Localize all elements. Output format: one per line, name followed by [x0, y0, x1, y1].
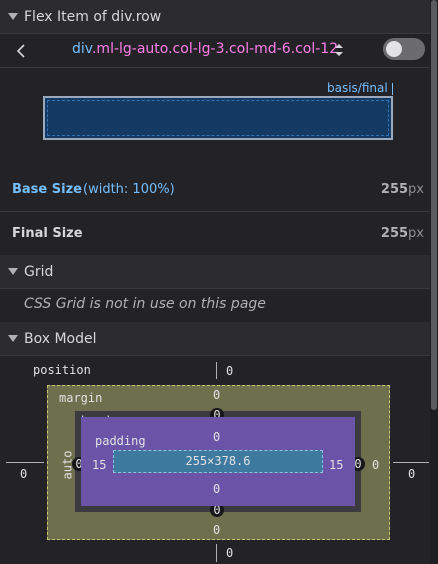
collapse-triangle-icon[interactable]: [8, 335, 18, 342]
element-nav-row: div.ml-lg-auto.col-lg-3.col-md-6.col-12: [0, 34, 430, 68]
padding-top-value[interactable]: 0: [213, 430, 220, 444]
position-left-value[interactable]: 0: [20, 467, 27, 481]
box-model-header[interactable]: Box Model: [0, 322, 430, 356]
back-chevron-icon[interactable]: [14, 42, 30, 60]
collapse-triangle-icon[interactable]: [8, 268, 18, 275]
base-size-unit: px: [408, 182, 424, 197]
base-size-number: 255: [380, 182, 409, 197]
padding-label: padding: [95, 434, 146, 448]
content-box[interactable]: 255×378.6: [113, 450, 323, 473]
margin-bottom-value[interactable]: 0: [213, 523, 220, 537]
base-size-row: Base Size (width: 100%) 255px: [0, 168, 430, 212]
content-size-value: 255×378.6: [185, 454, 251, 468]
position-left-line: [6, 462, 44, 463]
basis-final-label: basis/final: [327, 81, 388, 95]
panel-scrollbar[interactable]: [430, 0, 438, 564]
box-model-title: Box Model: [24, 330, 97, 347]
position-label: position: [33, 363, 91, 377]
flex-item-header[interactable]: Flex Item of div.row: [0, 0, 430, 34]
final-size-unit: px: [408, 226, 424, 241]
grid-header[interactable]: Grid: [0, 255, 430, 289]
select-arrows-icon[interactable]: [334, 42, 344, 58]
basis-marker: [392, 83, 393, 95]
padding-right-value[interactable]: 15: [329, 458, 343, 472]
position-bottom-line: [216, 544, 217, 562]
grid-title: Grid: [24, 263, 54, 280]
position-top-line: [216, 362, 217, 379]
base-size-note: (width: 100%): [83, 182, 175, 197]
toggle-knob: [386, 41, 402, 57]
final-size-label: Final Size: [12, 226, 83, 241]
selector-classes: .ml-lg-auto.col-lg-3.col-md-6.col-12: [91, 41, 339, 57]
padding-bottom-value[interactable]: 0: [213, 482, 220, 496]
scrollbar-thumb[interactable]: [431, 0, 437, 410]
position-bottom-value[interactable]: 0: [226, 546, 233, 560]
margin-right-value[interactable]: 0: [372, 458, 379, 472]
collapse-triangle-icon[interactable]: [8, 13, 18, 20]
final-size-value: 255px: [381, 226, 424, 241]
padding-left-value[interactable]: 15: [92, 458, 106, 472]
selector-tag: div: [72, 41, 92, 57]
flex-item-title: Flex Item of div.row: [24, 8, 162, 25]
base-size-label: Base Size: [12, 182, 82, 197]
position-right-line: [393, 462, 429, 463]
grid-empty-note: CSS Grid is not in use on this page: [24, 296, 266, 312]
margin-top-value[interactable]: 0: [213, 388, 220, 402]
flex-item-size-bar-inner: [47, 100, 389, 136]
element-selector[interactable]: div.ml-lg-auto.col-lg-3.col-md-6.col-12: [72, 41, 338, 57]
final-size-number: 255: [380, 226, 409, 241]
position-top-value[interactable]: 0: [226, 364, 233, 378]
margin-label: margin: [59, 391, 103, 405]
flex-item-panel: Flex Item of div.row div.ml-lg-auto.col-…: [0, 0, 430, 564]
flex-item-size-bar: [43, 96, 393, 140]
final-size-row: Final Size 255px: [0, 212, 430, 256]
highlight-toggle[interactable]: [383, 38, 425, 60]
position-right-value[interactable]: 0: [408, 467, 415, 481]
base-size-value: 255px: [381, 182, 424, 197]
